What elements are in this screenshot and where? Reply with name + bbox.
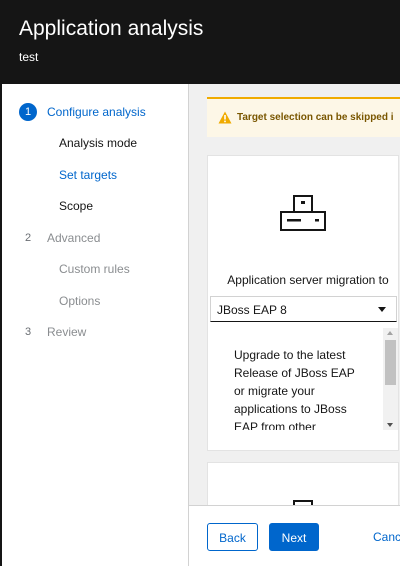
target-version-select[interactable]: JBoss EAP 8 xyxy=(210,296,397,322)
card-heading: Application server migration to xyxy=(227,273,389,287)
step-number: 2 xyxy=(24,232,32,244)
step-number: 3 xyxy=(24,326,32,338)
cancel-button[interactable]: Cance xyxy=(367,523,400,551)
nav-substep-options: Options xyxy=(59,294,101,308)
nav-step-label: Configure analysis xyxy=(47,105,146,119)
nav-step-label: Advanced xyxy=(47,231,101,245)
window-edge xyxy=(0,0,2,566)
nav-substep-custom-rules: Custom rules xyxy=(59,262,130,276)
caret-down-icon xyxy=(378,307,386,312)
description-scrollbar[interactable] xyxy=(383,328,398,430)
warning-triangle-icon xyxy=(218,111,232,124)
target-card[interactable]: Application server migration to JBoss EA… xyxy=(207,155,399,451)
card-description: Upgrade to the latest Release of JBoss E… xyxy=(234,348,355,430)
wizard-body[interactable]: Target selection can be skipped i Applic… xyxy=(189,84,400,566)
nav-step-review: 3 Review xyxy=(0,322,188,342)
next-button[interactable]: Next xyxy=(269,523,319,551)
nav-step-label: Review xyxy=(47,325,87,339)
wizard-title: Application analysis xyxy=(19,17,204,40)
wizard-nav: 1 Configure analysis Analysis mode Set t… xyxy=(0,84,189,566)
scroll-thumb[interactable] xyxy=(385,340,396,385)
wizard-window: Application analysis test 1 Configure an… xyxy=(0,0,400,566)
wizard-subtitle: test xyxy=(19,50,39,64)
nav-substep-analysis-mode[interactable]: Analysis mode xyxy=(59,133,137,153)
nav-substep-scope[interactable]: Scope xyxy=(59,196,93,216)
scroll-down-icon[interactable] xyxy=(387,423,393,427)
server-icon xyxy=(280,195,326,231)
wizard-header: Application analysis test xyxy=(0,0,400,84)
wizard-footer: Back Next Cance xyxy=(189,505,400,566)
back-button[interactable]: Back xyxy=(207,523,258,551)
nav-substep-set-targets[interactable]: Set targets xyxy=(59,165,117,185)
alert-message: Target selection can be skipped i xyxy=(237,112,394,123)
scroll-up-icon[interactable] xyxy=(387,331,393,335)
nav-step-configure-analysis[interactable]: 1 Configure analysis xyxy=(0,102,188,122)
select-value: JBoss EAP 8 xyxy=(217,303,287,317)
nav-step-advanced: 2 Advanced xyxy=(0,228,188,248)
step-number-badge: 1 xyxy=(19,103,37,121)
warning-alert: Target selection can be skipped i xyxy=(207,97,400,137)
